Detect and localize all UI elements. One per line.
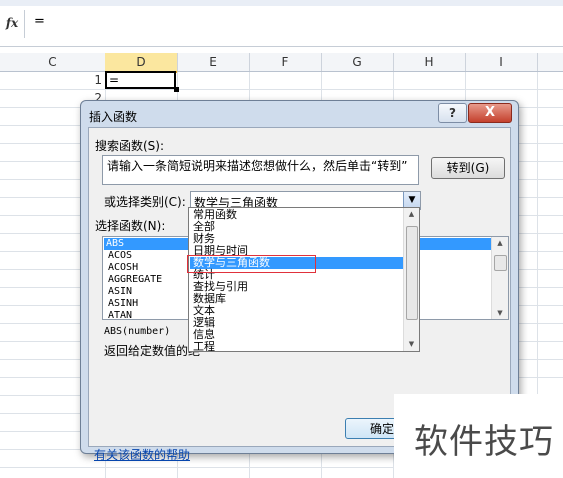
fill-handle[interactable] [174,87,179,92]
scroll-up-icon[interactable]: ▲ [404,208,419,220]
row-number-1[interactable]: 1 [86,73,102,87]
scroll-thumb[interactable] [406,226,418,320]
search-function-label: 搜索函数(S): [95,139,165,153]
scroll-down-icon[interactable]: ▼ [492,307,508,319]
active-cell-d1[interactable]: = [105,71,176,89]
category-option[interactable]: 信息 [190,329,407,341]
formula-bar-divider [24,10,25,38]
function-description: 返回给定数值的绝 [104,344,201,358]
search-function-input[interactable]: 请输入一条简短说明来描述您想做什么，然后单击“转到” [102,155,419,185]
dropdown-scrollbar[interactable]: ▲ ▼ [403,208,419,351]
help-button[interactable]: ? [438,103,467,123]
watermark: 软件技巧 [394,394,563,478]
active-cell-value: = [109,73,120,87]
column-header-d[interactable]: D [105,53,178,73]
category-label: 或选择类别(C): [104,195,186,209]
grid-line [0,89,563,90]
function-help-link[interactable]: 有关该函数的帮助 [94,446,190,463]
category-option[interactable]: 工程 [190,341,407,351]
highlight-annotation-box [187,255,316,273]
goto-button[interactable]: 转到(G) [431,157,505,179]
dialog-title: 插入函数 [89,110,138,124]
function-list-scrollbar[interactable]: ▲ ▼ [491,237,508,319]
watermark-text: 软件技巧 [414,422,554,462]
column-header-g[interactable]: G [321,53,394,71]
column-header-row: C D E F G H I [0,53,563,73]
category-dropdown-list[interactable]: 常用函数 全部 财务 日期与时间 数学与三角函数 统计 查找与引用 数据库 文本… [188,207,420,352]
function-syntax: ABS(number) [104,326,171,337]
column-header-i[interactable]: I [465,53,538,71]
select-function-label: 选择函数(N): [95,219,166,233]
category-option[interactable]: 常用函数 [190,209,407,221]
formula-bar: fx = [0,6,563,47]
close-button[interactable]: X [468,103,512,123]
column-header-h[interactable]: H [393,53,466,71]
insert-function-icon[interactable]: fx [2,12,22,34]
category-option[interactable]: 全部 [190,221,407,233]
column-header-e[interactable]: E [177,53,250,71]
category-option[interactable]: 逻辑 [190,317,407,329]
formula-input[interactable]: = [34,14,45,29]
scroll-thumb[interactable] [494,255,507,271]
column-header-c[interactable]: C [0,53,106,71]
scroll-down-icon[interactable]: ▼ [404,338,419,350]
scroll-up-icon[interactable]: ▲ [492,237,508,249]
column-header-f[interactable]: F [249,53,322,71]
category-option[interactable]: 文本 [190,305,407,317]
category-option[interactable]: 数据库 [190,293,407,305]
